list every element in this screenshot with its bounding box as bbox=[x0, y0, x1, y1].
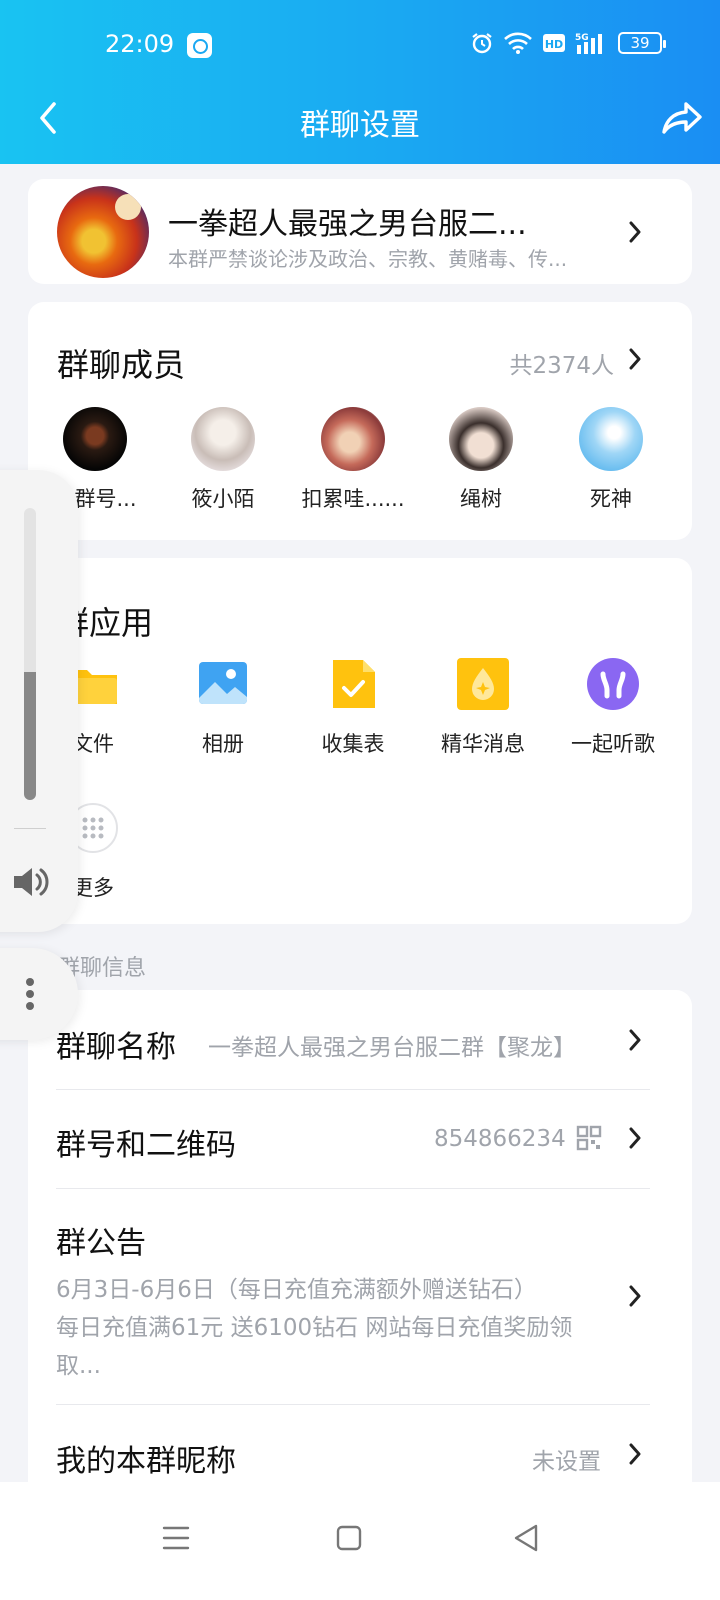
member-avatar bbox=[191, 407, 255, 471]
announcement-line: 取... bbox=[56, 1353, 101, 1379]
member-avatar bbox=[449, 407, 513, 471]
member-name: 绳树 bbox=[460, 487, 502, 511]
app-label: 一起听歌 bbox=[571, 732, 655, 756]
app-label: 收集表 bbox=[321, 732, 385, 756]
group-avatar bbox=[57, 186, 149, 278]
status-time: 22:09 bbox=[105, 30, 175, 58]
volume-level bbox=[24, 671, 36, 800]
volume-panel[interactable] bbox=[0, 470, 78, 932]
group-description: 本群严禁谈论涉及政治、宗教、黄赌毒、传... bbox=[168, 247, 568, 271]
group-name: 一拳超人最强之男台服二... bbox=[168, 207, 527, 242]
row-value: 854866234 bbox=[434, 1126, 566, 1152]
page-title: 群聊设置 bbox=[300, 108, 420, 143]
group-profile-card[interactable]: 一拳超人最强之男台服二... 本群严禁谈论涉及政治、宗教、黄赌毒、传... bbox=[28, 179, 692, 284]
alarm-icon bbox=[472, 33, 492, 54]
member-avatar bbox=[63, 407, 127, 471]
chevron-right-icon bbox=[629, 1029, 641, 1051]
app-form-collect[interactable]: 收集表 bbox=[288, 656, 418, 758]
home-icon[interactable] bbox=[331, 1520, 367, 1556]
notification-app-icon bbox=[187, 33, 212, 58]
announcement-row[interactable]: 群公告 6月3日-6月6日（每日充值充满额外赠送钻石） 每日充值满61元 送61… bbox=[28, 1188, 692, 1404]
menu-icon[interactable] bbox=[158, 1520, 194, 1556]
member-avatar bbox=[579, 407, 643, 471]
svg-text:HD: HD bbox=[545, 38, 563, 51]
divider bbox=[14, 828, 46, 829]
essence-message-icon bbox=[457, 658, 509, 710]
member-item[interactable]: 绳树 bbox=[416, 407, 546, 513]
headphones-icon bbox=[587, 658, 639, 710]
system-navigation-bar bbox=[0, 1482, 720, 1600]
svg-text:5G: 5G bbox=[575, 33, 589, 43]
more-vertical-icon bbox=[26, 978, 34, 986]
apps-card: 群应用 文件 相册 收集表 精华消息 一起听歌 更多 bbox=[28, 558, 692, 924]
hd-icon: HD bbox=[543, 34, 565, 52]
member-item[interactable]: 筱小陌 bbox=[158, 407, 288, 513]
announcement-line: 每日充值满61元 送6100钻石 网站每日充值奖励领 bbox=[56, 1315, 573, 1341]
chevron-right-icon bbox=[629, 1127, 641, 1149]
member-avatar bbox=[321, 407, 385, 471]
member-item[interactable]: 死神 bbox=[546, 407, 676, 513]
row-title: 群号和二维码 bbox=[56, 1128, 236, 1163]
photo-album-icon bbox=[199, 662, 247, 704]
more-vertical-icon-dot bbox=[26, 1002, 34, 1010]
app-listen-together[interactable]: 一起听歌 bbox=[548, 656, 678, 758]
row-title: 群公告 bbox=[56, 1226, 146, 1261]
chevron-right-icon bbox=[629, 221, 641, 243]
form-collect-icon bbox=[333, 660, 375, 708]
app-label: 精华消息 bbox=[441, 732, 525, 756]
info-card: 群聊名称 一拳超人最强之男台服二群【聚龙】 群号和二维码 854866234 群… bbox=[28, 990, 692, 1510]
row-value: 一拳超人最强之男台服二群【聚龙】 bbox=[208, 1035, 576, 1061]
qr-code-icon bbox=[576, 1125, 602, 1151]
more-vertical-icon-dot bbox=[26, 990, 34, 998]
speaker-icon[interactable] bbox=[10, 862, 52, 902]
wifi-icon bbox=[504, 32, 532, 54]
app-essence-message[interactable]: 精华消息 bbox=[418, 656, 548, 758]
app-label: 相册 bbox=[202, 732, 244, 756]
battery-icon: 39 bbox=[618, 32, 666, 54]
member-name: 死神 bbox=[590, 487, 632, 511]
signal-icon: 5G bbox=[575, 33, 602, 54]
header: 22:09 HD 5G 39 群聊设置 bbox=[0, 0, 720, 164]
row-title: 我的本群昵称 bbox=[56, 1444, 236, 1479]
chevron-right-icon[interactable] bbox=[628, 347, 642, 371]
announcement-line: 6月3日-6月6日（每日充值充满额外赠送钻石） bbox=[56, 1277, 537, 1303]
member-name: 扣累哇...... bbox=[301, 487, 405, 511]
members-title: 群聊成员 bbox=[57, 346, 186, 384]
row-value: 未设置 bbox=[532, 1449, 601, 1475]
group-name-row[interactable]: 群聊名称 一拳超人最强之男台服二群【聚龙】 bbox=[28, 990, 692, 1090]
status-icons: HD 5G 39 bbox=[470, 31, 666, 55]
chevron-right-icon bbox=[629, 1443, 641, 1465]
volume-slider[interactable] bbox=[24, 508, 36, 800]
app-photo-album[interactable]: 相册 bbox=[158, 656, 288, 758]
group-number-qr-row[interactable]: 群号和二维码 854866234 bbox=[28, 1090, 692, 1188]
back-nav-icon[interactable] bbox=[508, 1520, 544, 1556]
chevron-right-icon bbox=[629, 1285, 641, 1307]
row-title: 群聊名称 bbox=[56, 1030, 176, 1065]
member-item[interactable]: 扣累哇...... bbox=[288, 407, 418, 513]
member-name: 筱小陌 bbox=[191, 487, 255, 511]
share-icon[interactable] bbox=[660, 98, 704, 138]
member-count[interactable]: 共2374人 bbox=[509, 346, 614, 380]
members-card: 群聊成员 共2374人 建群号... 筱小陌 扣累哇...... 绳树 死神 bbox=[28, 302, 692, 540]
